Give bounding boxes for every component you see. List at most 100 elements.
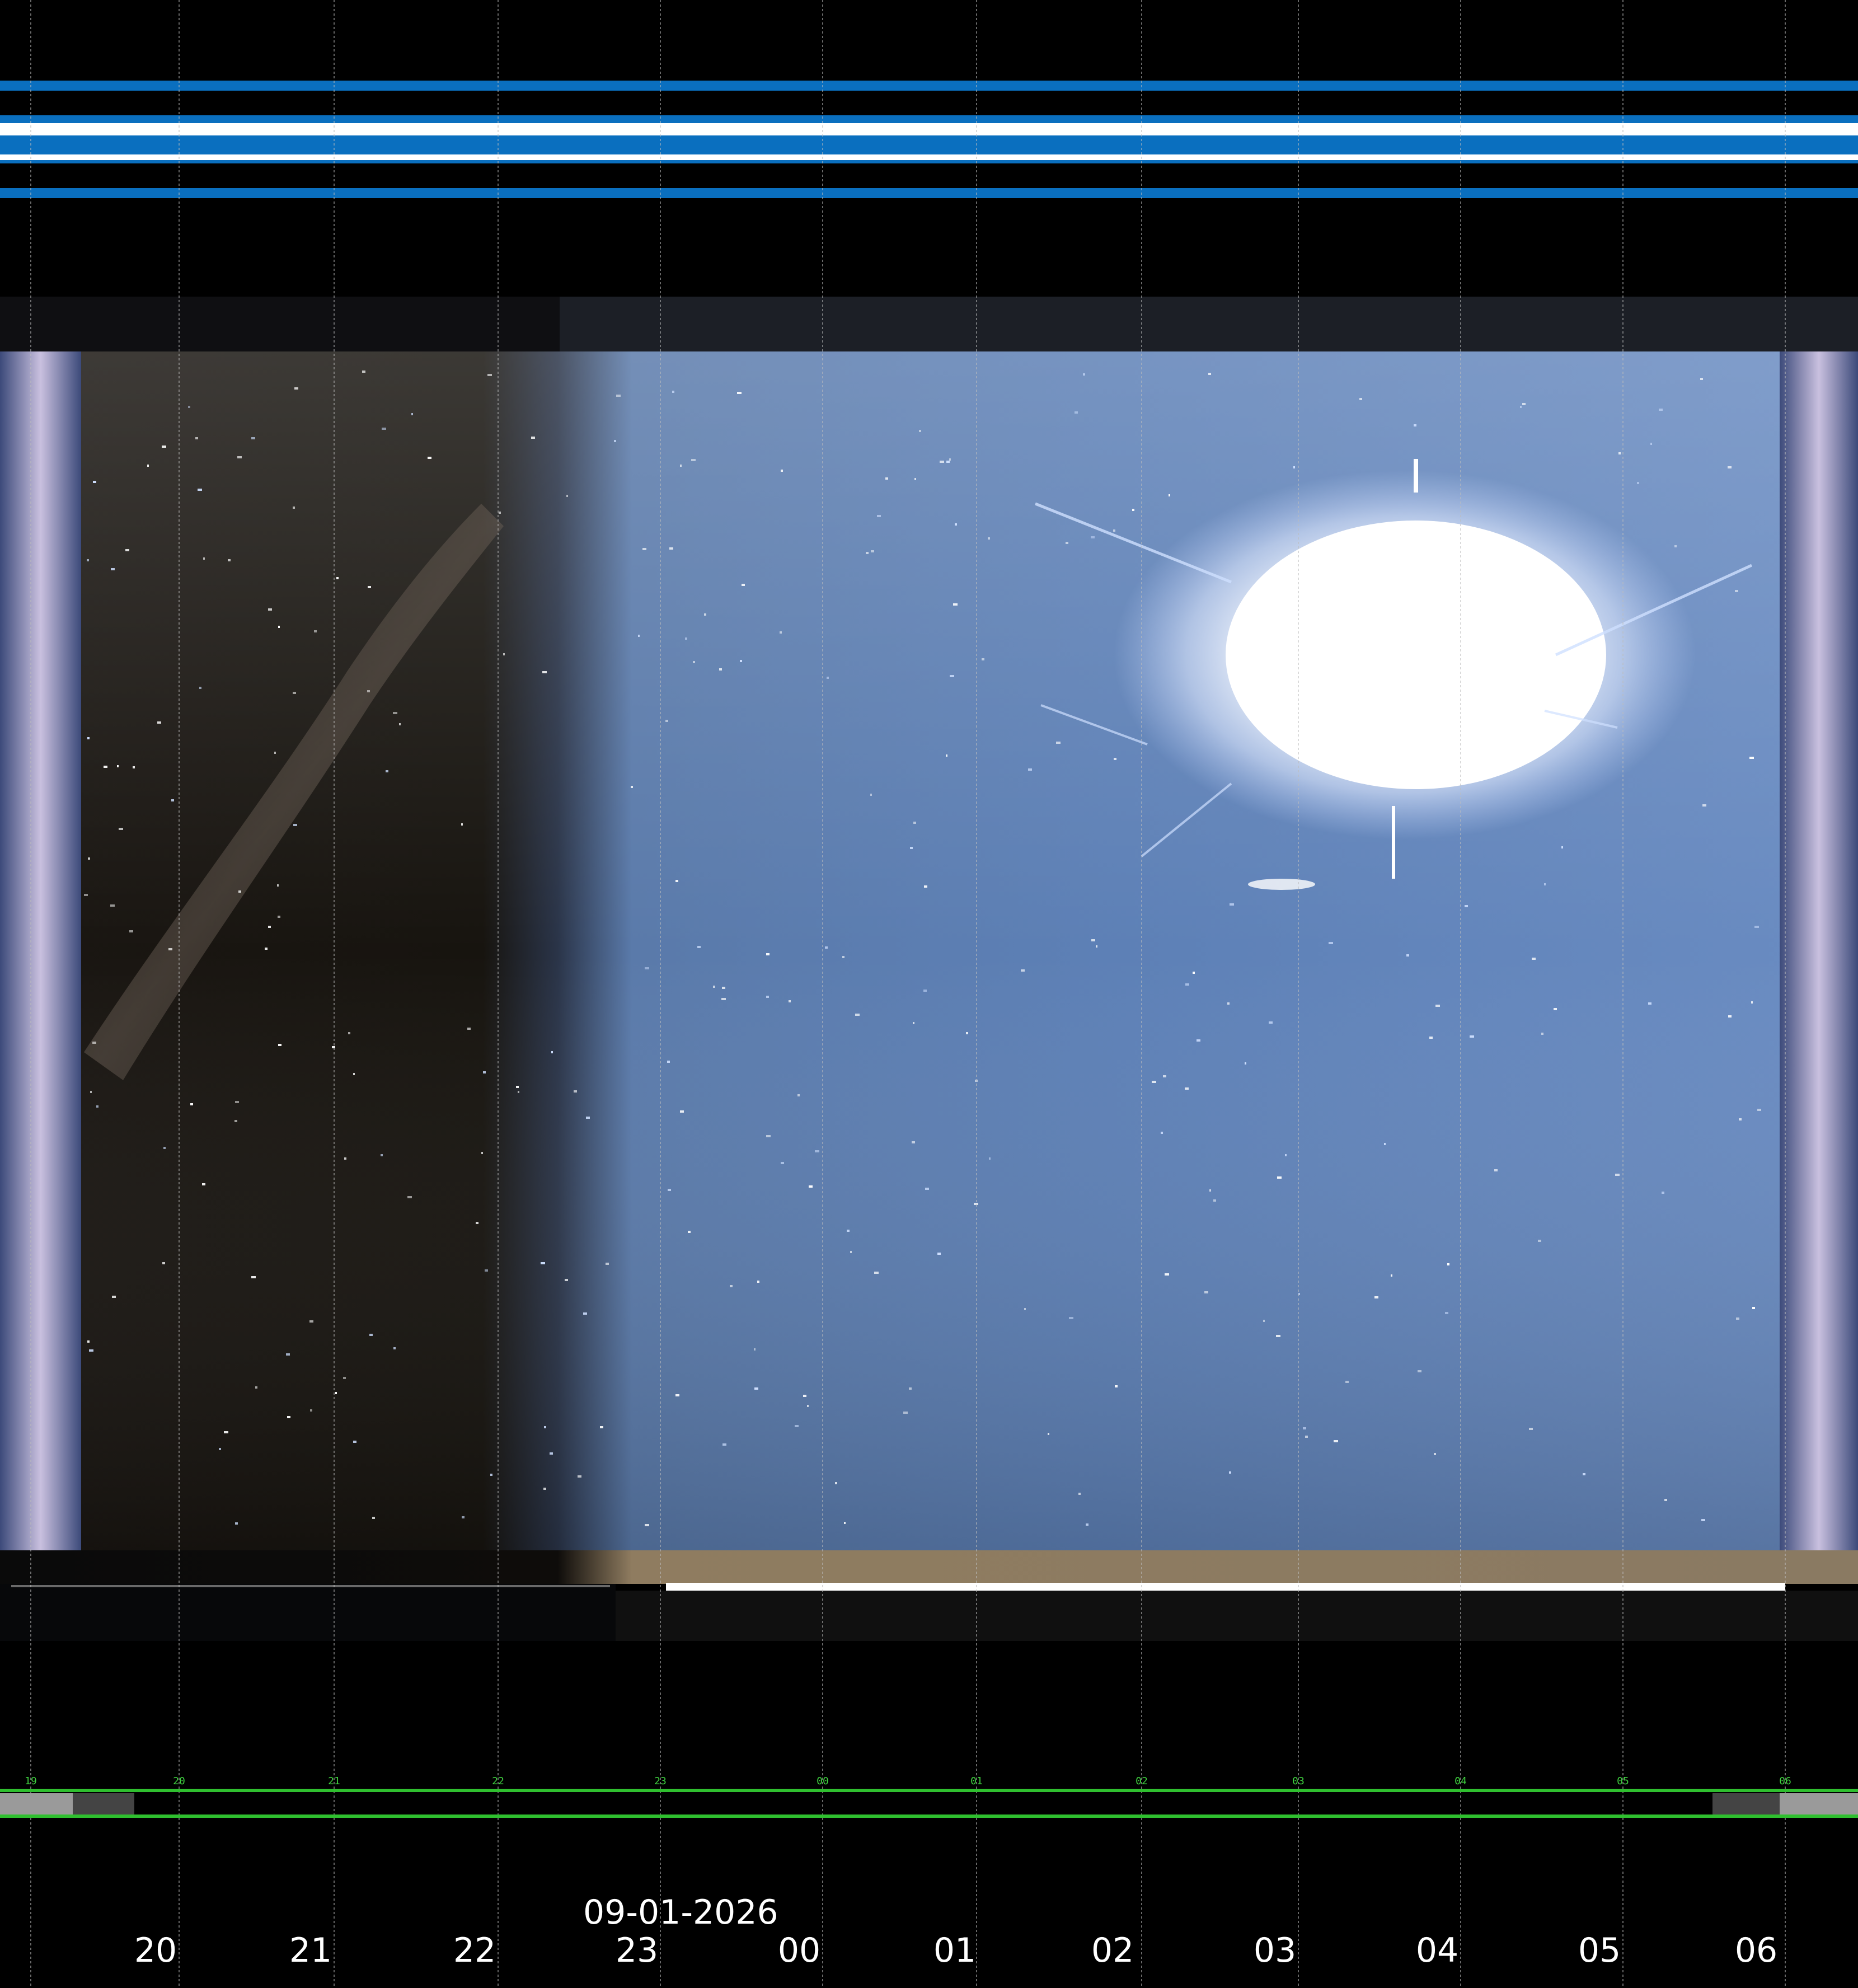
star	[1161, 1132, 1163, 1134]
star	[754, 1348, 756, 1351]
star	[697, 946, 701, 948]
star	[112, 1296, 116, 1298]
star	[870, 794, 872, 796]
star	[966, 1032, 968, 1034]
star	[399, 723, 401, 725]
hour-label: 05	[1578, 1931, 1621, 1970]
star	[691, 459, 696, 461]
star	[268, 926, 271, 928]
hour-label: 00	[777, 1931, 821, 1970]
star	[467, 1028, 471, 1030]
star	[483, 1071, 486, 1073]
star	[1230, 903, 1234, 906]
star	[1285, 1154, 1287, 1156]
star	[638, 635, 640, 637]
star	[310, 1409, 312, 1412]
star	[807, 1405, 809, 1407]
star	[919, 430, 921, 432]
star	[566, 495, 568, 497]
star	[1091, 939, 1095, 941]
star	[1752, 1307, 1755, 1309]
star	[722, 987, 725, 989]
star	[693, 661, 695, 663]
star	[198, 489, 202, 491]
star	[913, 822, 916, 824]
star	[168, 948, 172, 950]
star	[722, 1443, 726, 1446]
star	[277, 884, 279, 887]
star	[287, 1416, 290, 1418]
star	[815, 1150, 819, 1152]
star	[781, 470, 783, 472]
star	[1185, 983, 1189, 986]
star	[874, 1272, 879, 1274]
star	[795, 1425, 799, 1427]
star	[910, 847, 913, 849]
star	[541, 1262, 545, 1264]
star	[162, 446, 166, 448]
star	[1277, 1176, 1282, 1179]
star	[1522, 403, 1526, 405]
star	[219, 1448, 221, 1450]
star	[531, 437, 535, 439]
timeline-strip	[0, 1789, 1858, 1818]
star	[1028, 768, 1032, 771]
star	[740, 660, 742, 662]
star	[1193, 972, 1195, 974]
star	[1114, 758, 1116, 760]
star	[1754, 926, 1759, 928]
tiny-hour-label: 19	[25, 1775, 37, 1787]
star	[234, 1120, 237, 1122]
tiny-hour-label: 03	[1292, 1775, 1305, 1787]
star	[551, 1051, 553, 1053]
star	[871, 550, 874, 552]
star	[238, 890, 241, 893]
star	[950, 675, 954, 677]
star	[989, 1157, 991, 1160]
star	[1735, 590, 1738, 592]
left-edge-glow	[0, 351, 81, 1550]
star	[190, 1103, 193, 1105]
star	[1736, 1317, 1739, 1320]
star	[825, 946, 828, 949]
tiny-hour-label: 05	[1617, 1775, 1629, 1787]
hour-label: 21	[289, 1931, 332, 1970]
star	[631, 786, 633, 788]
star	[680, 465, 682, 467]
star	[428, 457, 431, 459]
star	[293, 824, 297, 826]
star	[781, 1162, 784, 1164]
star	[84, 894, 88, 896]
star	[110, 904, 115, 907]
star	[645, 1524, 649, 1526]
star	[1075, 411, 1078, 414]
star	[1544, 883, 1546, 885]
star	[866, 552, 869, 554]
star	[1532, 958, 1536, 960]
star	[1359, 398, 1362, 400]
star	[293, 692, 296, 694]
star	[1374, 1296, 1378, 1298]
star	[1213, 1199, 1216, 1202]
star	[789, 1000, 791, 1002]
star	[600, 1426, 603, 1428]
band-blue-1	[0, 81, 1858, 91]
star	[228, 559, 231, 561]
ground-shadow-left	[0, 1584, 616, 1641]
star	[481, 1152, 483, 1154]
star	[133, 766, 135, 768]
star	[1529, 1428, 1533, 1430]
star	[381, 1154, 383, 1156]
star	[393, 1347, 396, 1349]
top-horizon-strip-dark	[0, 297, 560, 351]
star	[543, 1488, 546, 1490]
star	[335, 1392, 337, 1394]
star	[92, 1042, 96, 1044]
tiny-hour-label: 02	[1136, 1775, 1148, 1787]
star	[1229, 1471, 1231, 1474]
star	[353, 1441, 356, 1443]
star	[606, 1263, 609, 1265]
star	[224, 1431, 228, 1433]
star	[125, 549, 129, 551]
star	[955, 523, 957, 526]
